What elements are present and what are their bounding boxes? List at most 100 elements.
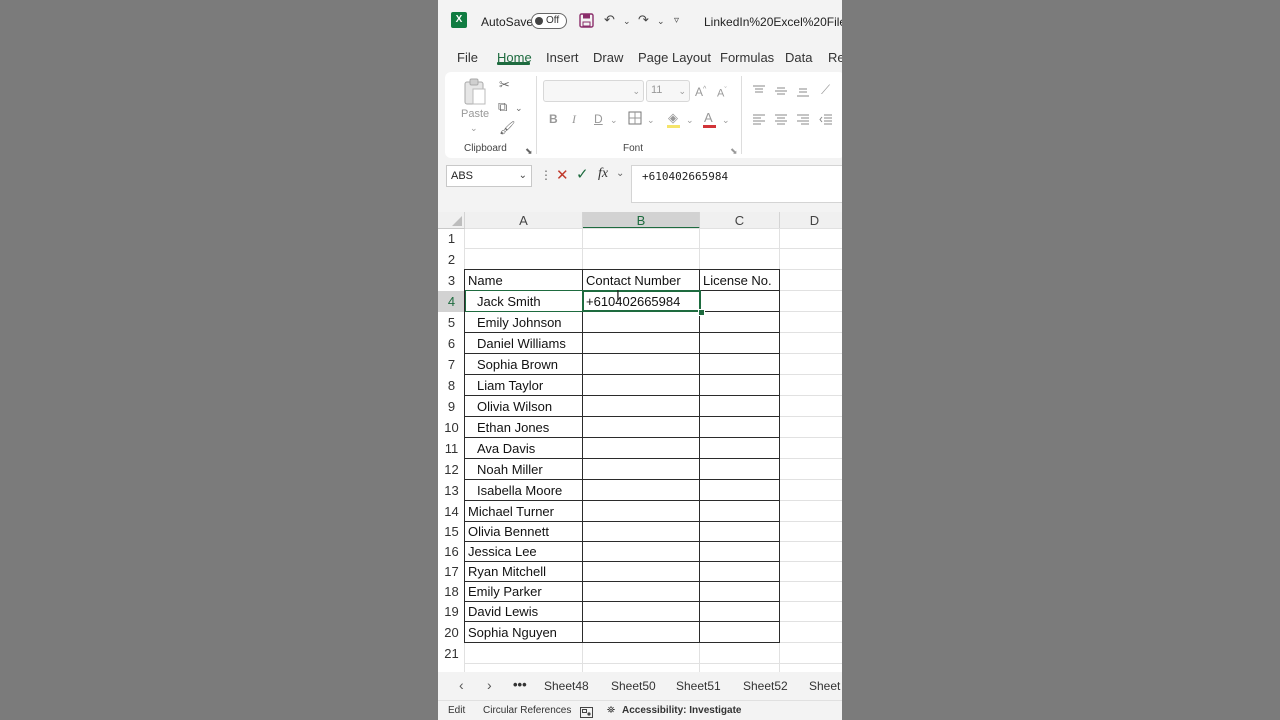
more-sheets-icon[interactable]: ••• [513, 677, 527, 692]
borders-icon[interactable] [628, 111, 642, 125]
cell-contact[interactable] [583, 438, 700, 459]
cell-name[interactable]: Sophia Brown [465, 354, 583, 375]
cell-contact[interactable] [583, 480, 700, 501]
insert-function-button[interactable]: fx [598, 166, 608, 182]
row-header[interactable]: 8 [438, 375, 465, 396]
row-header[interactable]: 4 [438, 291, 465, 312]
cell-contact[interactable] [583, 396, 700, 417]
cell-license[interactable] [700, 542, 780, 562]
copy-icon[interactable]: ⧉ [498, 99, 507, 115]
row-header[interactable]: 12 [438, 459, 465, 480]
row-header[interactable]: 11 [438, 438, 465, 459]
macro-recorder-icon[interactable] [580, 705, 593, 720]
cell-license[interactable] [700, 375, 780, 396]
paste-label[interactable]: Paste [461, 108, 489, 120]
cell-license[interactable] [700, 643, 780, 664]
fill-color-dropdown-icon[interactable]: ⌄ [686, 112, 694, 128]
column-header-c[interactable]: C [700, 212, 780, 229]
cell-license[interactable] [700, 480, 780, 501]
sheet-tab[interactable]: Sheet48 [544, 679, 589, 693]
select-all-corner[interactable] [438, 212, 465, 229]
format-painter-icon[interactable]: 🖌 [499, 120, 516, 136]
align-right-icon[interactable] [796, 113, 810, 131]
copy-dropdown-icon[interactable]: ⌄ [515, 100, 523, 116]
cell-contact[interactable] [583, 354, 700, 375]
decrease-indent-icon[interactable] [819, 113, 833, 131]
tab-data[interactable]: Data [785, 50, 812, 65]
cell-contact[interactable] [583, 249, 700, 270]
save-icon[interactable] [579, 13, 594, 28]
scroll-right-icon[interactable]: › [487, 677, 492, 693]
cell-contact[interactable] [583, 333, 700, 354]
cell-contact[interactable] [583, 312, 700, 333]
bottom-align-icon[interactable] [796, 84, 810, 102]
middle-align-icon[interactable] [774, 84, 788, 102]
cell-name[interactable]: Liam Taylor [465, 375, 583, 396]
row-header[interactable]: 18 [438, 582, 465, 602]
chevron-down-icon[interactable]: ⌄ [616, 168, 624, 179]
tab-page-layout[interactable]: Page Layout [638, 50, 711, 65]
cell-license[interactable] [700, 312, 780, 333]
cell-license[interactable]: License No. [700, 270, 780, 291]
row-header[interactable]: 20 [438, 622, 465, 643]
row-header[interactable]: 17 [438, 562, 465, 582]
cancel-icon[interactable]: ✕ [556, 168, 569, 183]
row-header[interactable]: 1 [438, 229, 465, 249]
cut-icon[interactable]: ✂ [499, 77, 510, 93]
cell-license[interactable] [700, 459, 780, 480]
cell-name[interactable] [465, 249, 583, 270]
cell-license[interactable] [700, 562, 780, 582]
cell-license[interactable] [700, 417, 780, 438]
fill-color-icon[interactable]: ◈ [668, 110, 678, 126]
sheet-tab[interactable]: Sheet50 [611, 679, 656, 693]
column-header-d[interactable]: D [780, 212, 842, 229]
decrease-font-size-icon[interactable]: Aˇ [717, 83, 727, 102]
cell-name[interactable]: Emily Johnson [465, 312, 583, 333]
row-header[interactable]: 14 [438, 501, 465, 522]
cell-name[interactable]: Olivia Bennett [465, 522, 583, 542]
font-size-dropdown[interactable]: 11 ⌄ [646, 80, 690, 102]
sheet-tab[interactable]: Sheet52 [743, 679, 788, 693]
row-header[interactable]: 21 [438, 643, 465, 664]
row-header[interactable]: 15 [438, 522, 465, 542]
cell-license[interactable] [700, 291, 780, 312]
cell-license[interactable] [700, 396, 780, 417]
enter-icon[interactable]: ✓ [576, 167, 589, 182]
row-header[interactable]: 6 [438, 333, 465, 354]
cell-license[interactable] [700, 622, 780, 643]
row-header[interactable]: 2 [438, 249, 465, 270]
cell-name[interactable] [465, 643, 583, 664]
column-header-a[interactable]: A [465, 212, 583, 229]
name-box[interactable]: ABS ⌄ [446, 165, 532, 187]
sheet-tab[interactable]: Sheet51 [676, 679, 721, 693]
font-name-dropdown[interactable]: ⌄ [543, 80, 644, 102]
redo-dropdown-icon[interactable]: ⌄ [657, 13, 665, 29]
cell-contact[interactable] [583, 582, 700, 602]
cell-contact[interactable] [583, 501, 700, 522]
tab-file[interactable]: File [457, 50, 478, 65]
bold-button[interactable]: B [549, 111, 558, 127]
autosave-toggle[interactable]: Off [531, 13, 567, 29]
cell-contact[interactable] [583, 622, 700, 643]
cell-license[interactable] [700, 501, 780, 522]
cell-license[interactable] [700, 354, 780, 375]
font-launcher-icon[interactable]: ⬊ [730, 143, 738, 159]
cell-name[interactable]: David Lewis [465, 602, 583, 622]
more-options-icon[interactable]: ⋮ [540, 169, 552, 181]
cell-name[interactable]: Emily Parker [465, 582, 583, 602]
font-color-dropdown-icon[interactable]: ⌄ [722, 112, 730, 128]
underline-button[interactable]: D [594, 111, 603, 127]
cell-name[interactable]: Ryan Mitchell [465, 562, 583, 582]
row-header[interactable]: 7 [438, 354, 465, 375]
cell-license[interactable] [700, 582, 780, 602]
italic-button[interactable]: I [572, 111, 576, 127]
tab-review[interactable]: Re [828, 50, 842, 65]
row-header[interactable]: 10 [438, 417, 465, 438]
cell-name[interactable]: Noah Miller [465, 459, 583, 480]
scroll-left-icon[interactable]: ‹ [459, 677, 464, 693]
cell-contact[interactable] [583, 643, 700, 664]
top-align-icon[interactable] [752, 84, 766, 102]
cell-name[interactable]: Sophia Nguyen [465, 622, 583, 643]
cell-name[interactable]: Jessica Lee [465, 542, 583, 562]
accessibility-icon[interactable]: ⛯ [607, 705, 615, 716]
